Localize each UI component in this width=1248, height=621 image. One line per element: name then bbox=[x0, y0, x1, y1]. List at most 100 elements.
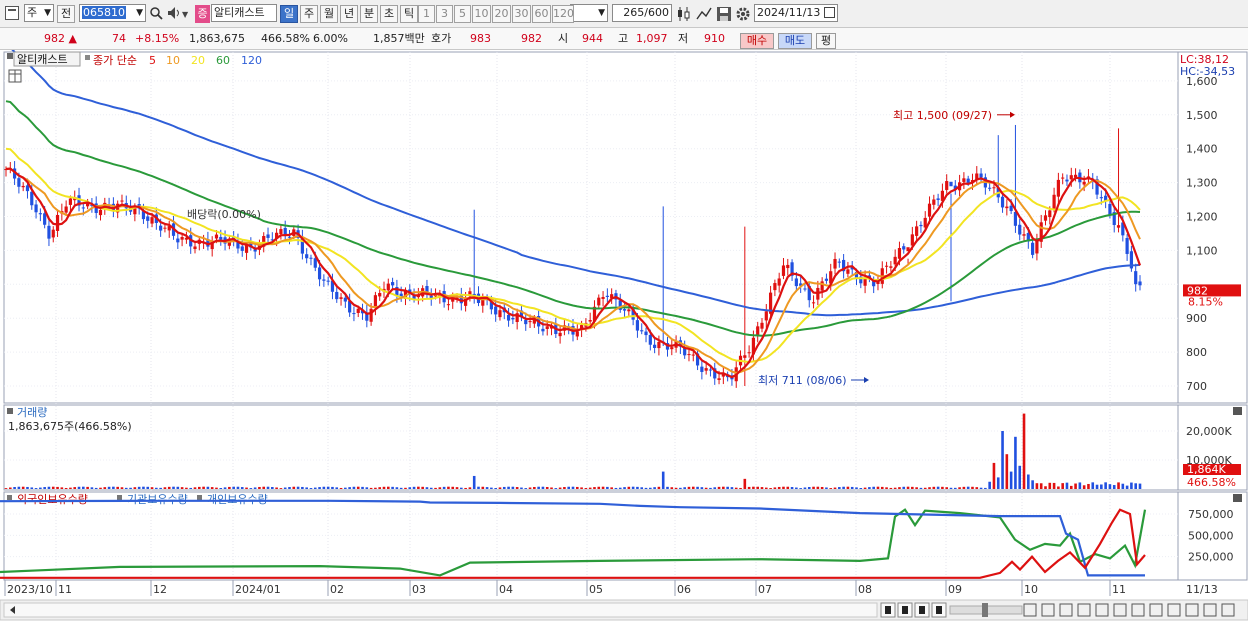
period-button-5[interactable]: 초 bbox=[380, 5, 398, 23]
horizontal-scrollbar[interactable] bbox=[3, 602, 878, 618]
volume-bar bbox=[352, 486, 356, 489]
interval-button-120[interactable]: 120 bbox=[552, 5, 574, 23]
volume-bar bbox=[859, 488, 863, 489]
volume-bar bbox=[112, 486, 115, 489]
volume-bar bbox=[1095, 484, 1099, 489]
volume-bar bbox=[524, 488, 528, 489]
extra-select[interactable]: ▼ bbox=[570, 4, 608, 22]
sell-button[interactable]: 매도 bbox=[778, 33, 812, 49]
candle-body bbox=[219, 236, 223, 240]
rewind-icon bbox=[902, 606, 908, 614]
candle-body bbox=[949, 181, 953, 187]
x-axis-label: 09 bbox=[948, 583, 962, 596]
candle-body bbox=[309, 257, 313, 259]
candle-body bbox=[846, 269, 850, 274]
candle-body bbox=[1048, 210, 1052, 218]
interval-button-1[interactable]: 1 bbox=[418, 5, 435, 23]
stock-code-input[interactable]: 065810 ▼ bbox=[79, 4, 146, 22]
prev-button[interactable]: 전 bbox=[57, 5, 75, 23]
interval-button-60[interactable]: 60 bbox=[532, 5, 551, 23]
gear-icon[interactable] bbox=[735, 6, 751, 22]
calendar-icon[interactable] bbox=[824, 7, 835, 18]
period-button-4[interactable]: 분 bbox=[360, 5, 378, 23]
period-button-2[interactable]: 월 bbox=[320, 5, 338, 23]
volume-bar bbox=[1104, 482, 1107, 489]
candle-body bbox=[240, 246, 244, 251]
candle-body bbox=[627, 309, 631, 312]
low-price: 910 bbox=[704, 32, 725, 45]
period-button-3[interactable]: 년 bbox=[340, 5, 358, 23]
volume-bar bbox=[47, 486, 51, 489]
volume-axis-tick: 20,000K bbox=[1186, 425, 1232, 438]
interval-button-5[interactable]: 5 bbox=[454, 5, 471, 23]
volume-bar bbox=[803, 487, 807, 489]
maximize-icon[interactable] bbox=[1233, 407, 1242, 415]
candle-body bbox=[966, 178, 970, 183]
volume-bar bbox=[769, 488, 772, 489]
average-button[interactable]: 평 bbox=[816, 33, 836, 49]
period-button-6[interactable]: 틱 bbox=[400, 5, 418, 23]
volume-bar bbox=[1031, 480, 1034, 489]
volume-bar bbox=[606, 486, 609, 489]
stock-chart[interactable]: 1,6001,5001,4001,3001,2001,100900800700알… bbox=[0, 50, 1248, 621]
interval-button-3[interactable]: 3 bbox=[436, 5, 453, 23]
candle-body bbox=[708, 369, 713, 371]
stock-name-field[interactable]: 알티캐스트 bbox=[211, 4, 277, 22]
volume-bar bbox=[197, 486, 201, 489]
volume-bar bbox=[1134, 483, 1138, 489]
date-input[interactable]: 2024/11/13 bbox=[754, 4, 838, 22]
zoom-slider-handle[interactable] bbox=[982, 603, 988, 617]
save-icon[interactable] bbox=[716, 6, 732, 22]
volume-bar bbox=[335, 487, 339, 489]
holdings-legend-2: 개인보유수량 bbox=[207, 493, 268, 506]
volume-bar bbox=[739, 487, 742, 489]
volume-bar bbox=[369, 487, 373, 489]
volume-bar bbox=[696, 486, 699, 489]
candle-body bbox=[180, 236, 184, 240]
interval-button-30[interactable]: 30 bbox=[512, 5, 531, 23]
candle-body bbox=[378, 292, 382, 297]
volume-bar bbox=[520, 487, 523, 489]
volume-bar bbox=[571, 486, 575, 489]
volume-bar bbox=[288, 487, 291, 489]
volume-bar bbox=[584, 488, 588, 489]
volume-bar bbox=[382, 486, 386, 489]
volume-bar bbox=[893, 487, 897, 489]
candle-body bbox=[159, 225, 163, 231]
candle-type-icon[interactable] bbox=[676, 6, 692, 22]
bar-count-input[interactable]: 265/600 bbox=[612, 4, 672, 22]
candle-body bbox=[897, 248, 902, 259]
volume-bar bbox=[4, 488, 8, 489]
volume-bar bbox=[898, 487, 901, 489]
volume-bar bbox=[829, 488, 833, 489]
volume-bar bbox=[902, 486, 906, 489]
sound-icon[interactable]: ▼ bbox=[167, 6, 191, 20]
volume-bar bbox=[880, 486, 884, 489]
candle-body bbox=[352, 313, 356, 315]
interval-button-10[interactable]: 10 bbox=[472, 5, 491, 23]
holdings-axis-tick: 250,000 bbox=[1188, 551, 1234, 564]
high-price: 1,097 bbox=[636, 32, 668, 45]
period-button-0[interactable]: 일 bbox=[280, 5, 298, 23]
volume-bar bbox=[593, 487, 596, 489]
window-menu-icon[interactable] bbox=[5, 6, 19, 20]
candle-body bbox=[691, 354, 695, 356]
volume-bar bbox=[868, 487, 871, 489]
x-axis-label: 11 bbox=[58, 583, 72, 596]
volume-bar bbox=[219, 488, 223, 489]
search-icon[interactable] bbox=[149, 6, 163, 20]
volume-bar bbox=[26, 486, 29, 489]
panel-marker-icon bbox=[197, 495, 202, 500]
volume-bar bbox=[580, 487, 583, 489]
line-tool-icon[interactable] bbox=[696, 6, 712, 22]
price-change-pct: +8.15% bbox=[135, 32, 180, 45]
period-button-1[interactable]: 주 bbox=[300, 5, 318, 23]
market-select[interactable]: 주 ▼ bbox=[24, 4, 54, 22]
candle-body bbox=[644, 331, 648, 336]
volume-bar bbox=[627, 486, 631, 489]
volume-bar bbox=[1005, 454, 1009, 489]
maximize-icon[interactable] bbox=[1233, 494, 1242, 502]
volume-bar bbox=[764, 487, 768, 489]
interval-button-20[interactable]: 20 bbox=[492, 5, 511, 23]
buy-button[interactable]: 매수 bbox=[740, 33, 774, 49]
